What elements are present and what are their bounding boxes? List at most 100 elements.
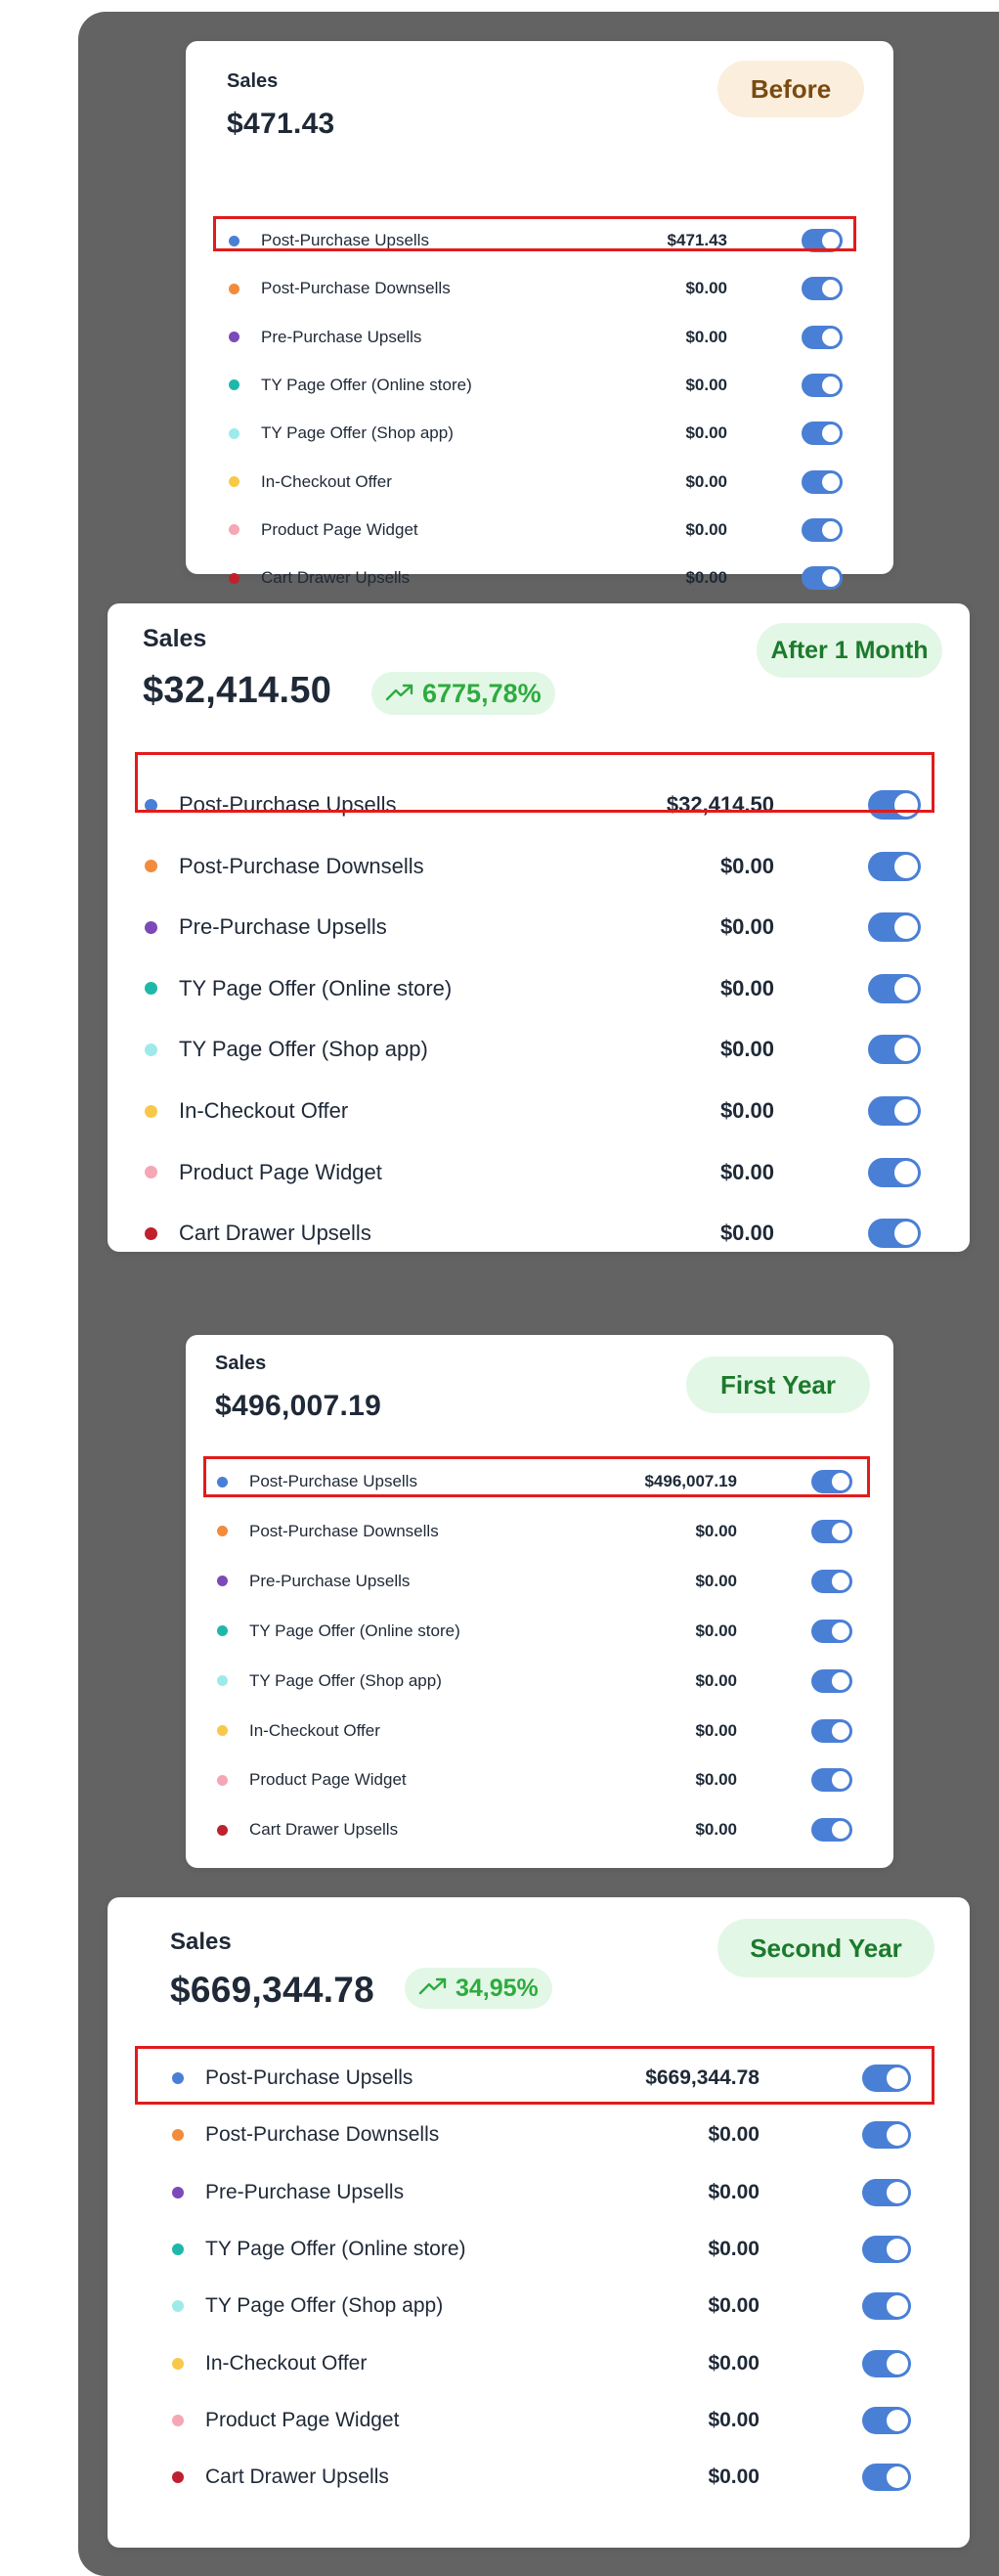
- offer-toggle[interactable]: [811, 1668, 852, 1693]
- status-dot: [145, 1043, 157, 1056]
- offer-label: Product Page Widget: [179, 1159, 382, 1184]
- offer-toggle[interactable]: [802, 517, 843, 542]
- offer-toggle[interactable]: [811, 1768, 852, 1793]
- offer-toggle[interactable]: [868, 1035, 921, 1065]
- offer-sales-value: $0.00: [695, 1820, 737, 1840]
- offer-label: Post-Purchase Downsells: [249, 1521, 439, 1540]
- offer-sales-value: $0.00: [685, 519, 727, 539]
- offer-toggle[interactable]: [802, 469, 843, 494]
- offer-toggle[interactable]: [811, 1519, 852, 1543]
- offer-row: Cart Drawer Upsells $0.00: [186, 558, 893, 598]
- offer-label: Product Page Widget: [205, 2408, 400, 2431]
- toggle-knob: [894, 854, 918, 878]
- offer-row: Cart Drawer Upsells $0.00: [108, 1210, 970, 1257]
- offer-toggle[interactable]: [862, 2464, 911, 2492]
- offer-toggle[interactable]: [802, 277, 843, 301]
- offer-toggle[interactable]: [862, 2292, 911, 2321]
- growth-badge: 34,95%: [405, 1968, 552, 2009]
- offer-sales-value: $0.00: [695, 1571, 737, 1590]
- offer-label: In-Checkout Offer: [249, 1720, 380, 1740]
- offer-label: TY Page Offer (Shop app): [179, 1037, 428, 1062]
- offer-toggle[interactable]: [862, 2178, 911, 2206]
- offer-sales-value: $0.00: [708, 2123, 760, 2147]
- offer-sales-value: $0.00: [685, 279, 727, 298]
- offer-label: In-Checkout Offer: [205, 2351, 368, 2375]
- offer-toggle[interactable]: [811, 1619, 852, 1643]
- offer-row: In-Checkout Offer $0.00: [186, 1711, 893, 1751]
- toggle-knob: [822, 472, 840, 491]
- toggle-knob: [832, 1671, 849, 1690]
- status-dot: [229, 332, 239, 343]
- status-dot: [145, 982, 157, 996]
- offer-label: Cart Drawer Upsells: [205, 2465, 389, 2489]
- offer-label: TY Page Offer (Online store): [205, 2237, 466, 2260]
- offer-toggle[interactable]: [802, 422, 843, 446]
- sales-label: Sales: [143, 625, 207, 652]
- offer-row: Pre-Purchase Upsells $0.00: [108, 904, 970, 951]
- toggle-knob: [832, 1572, 849, 1590]
- toggle-knob: [887, 2181, 908, 2203]
- sales-card: Sales $669,344.78 Second Year 34,95% Post-Pu…: [108, 1897, 970, 2548]
- offer-toggle[interactable]: [802, 373, 843, 397]
- offer-toggle[interactable]: [868, 912, 921, 943]
- toggle-knob: [832, 1522, 849, 1540]
- status-dot: [172, 2300, 184, 2313]
- toggle-knob: [832, 1821, 849, 1840]
- offer-label: Pre-Purchase Upsells: [261, 327, 422, 346]
- offer-row: Post-Purchase Downsells $0.00: [108, 843, 970, 890]
- offer-label: Pre-Purchase Upsells: [205, 2180, 405, 2203]
- offer-label: Post-Purchase Downsells: [205, 2123, 440, 2147]
- offer-sales-value: $0.00: [708, 2351, 760, 2375]
- offer-sales-value: $0.00: [695, 1670, 737, 1690]
- growth-percent: 6775,78%: [422, 678, 542, 708]
- offer-toggle[interactable]: [862, 2121, 911, 2150]
- status-dot: [229, 476, 239, 487]
- offer-row: TY Page Offer (Online store) $0.00: [108, 2227, 970, 2272]
- sales-card: Sales $496,007.19 First Year Post-Purchase …: [186, 1335, 893, 1868]
- offer-toggle[interactable]: [868, 851, 921, 881]
- offer-toggle[interactable]: [868, 973, 921, 1003]
- offer-row: TY Page Offer (Shop app) $0.00: [108, 2284, 970, 2329]
- offer-sales-value: $0.00: [719, 975, 774, 1000]
- toggle-knob: [822, 328, 840, 346]
- offer-toggle[interactable]: [862, 2406, 911, 2434]
- status-dot: [145, 920, 157, 934]
- offer-row: TY Page Offer (Shop app) $0.00: [186, 1662, 893, 1701]
- toggle-knob: [887, 2295, 908, 2318]
- offer-toggle[interactable]: [802, 566, 843, 591]
- offer-label: Pre-Purchase Upsells: [179, 914, 387, 940]
- offer-label: Cart Drawer Upsells: [179, 1221, 371, 1246]
- offer-toggle[interactable]: [868, 1219, 921, 1249]
- offer-row: Pre-Purchase Upsells $0.00: [186, 1562, 893, 1601]
- offer-toggle[interactable]: [811, 1569, 852, 1593]
- offer-row: Product Page Widget $0.00: [108, 2398, 970, 2443]
- toggle-knob: [887, 2124, 908, 2147]
- status-dot: [217, 1824, 228, 1836]
- offer-sales-value: $0.00: [685, 327, 727, 346]
- offer-sales-value: $0.00: [719, 1037, 774, 1062]
- offer-toggle[interactable]: [862, 2235, 911, 2263]
- offer-toggle[interactable]: [802, 325, 843, 349]
- sales-total: $669,344.78: [170, 1970, 375, 2010]
- offer-row: TY Page Offer (Shop app) $0.00: [186, 414, 893, 453]
- offer-sales-value: $0.00: [719, 853, 774, 878]
- toggle-knob: [832, 1621, 849, 1640]
- status-dot: [229, 427, 239, 439]
- offer-toggle[interactable]: [811, 1718, 852, 1743]
- highlight-box: [203, 1456, 870, 1497]
- offer-toggle[interactable]: [868, 1157, 921, 1187]
- offer-toggle[interactable]: [811, 1818, 852, 1843]
- status-dot: [172, 2243, 184, 2255]
- toggle-knob: [894, 1160, 918, 1184]
- offer-label: Post-Purchase Downsells: [261, 279, 451, 298]
- offer-label: In-Checkout Offer: [179, 1098, 349, 1123]
- status-dot: [145, 860, 157, 873]
- offer-row: Pre-Purchase Upsells $0.00: [108, 2170, 970, 2215]
- offer-toggle[interactable]: [868, 1096, 921, 1126]
- sales-label: Sales: [227, 70, 279, 92]
- status-dot: [145, 1166, 157, 1179]
- offer-toggle[interactable]: [862, 2349, 911, 2377]
- toggle-knob: [894, 915, 918, 940]
- offer-row: TY Page Offer (Shop app) $0.00: [108, 1026, 970, 1073]
- offer-row: Pre-Purchase Upsells $0.00: [186, 318, 893, 357]
